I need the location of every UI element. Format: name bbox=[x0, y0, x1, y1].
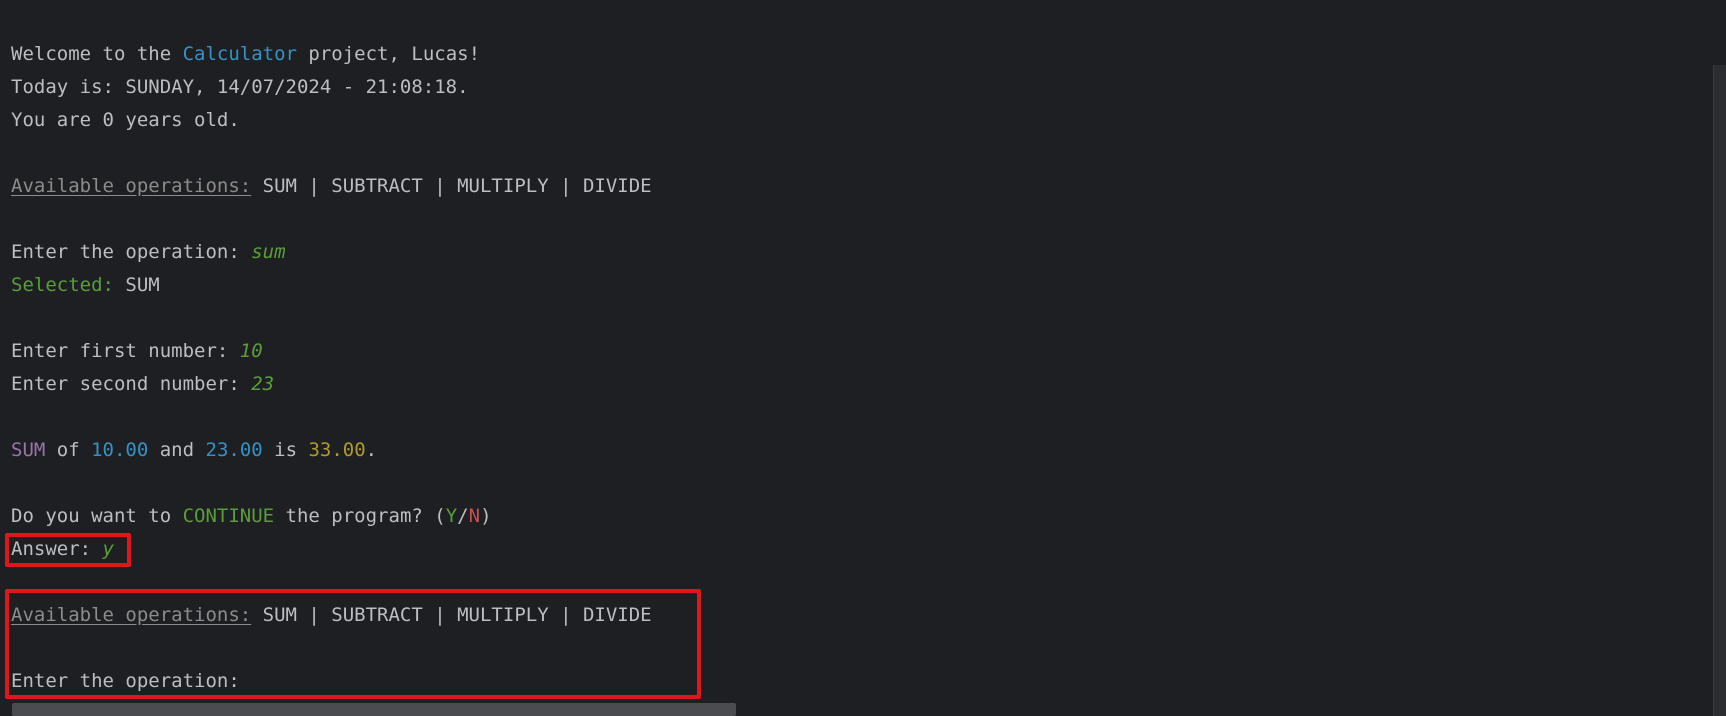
continue-prompt-line: Do you want to CONTINUE the program? (Y/… bbox=[11, 500, 492, 533]
first-number-line: Enter first number: 10 bbox=[11, 335, 263, 368]
operation-input-1: sum bbox=[251, 241, 286, 263]
project-name: Calculator bbox=[182, 43, 297, 65]
result-end: . bbox=[365, 439, 378, 461]
available-operations-line-1: Available operations: SUM | SUBTRACT | M… bbox=[11, 170, 652, 203]
continue-middle: the program? ( bbox=[274, 505, 446, 527]
available-operations-list-1: SUM | SUBTRACT | MULTIPLY | DIVIDE bbox=[251, 175, 652, 197]
second-number-prompt: Enter second number: bbox=[11, 373, 252, 395]
continue-close: ) bbox=[480, 505, 492, 527]
selected-value: SUM bbox=[113, 274, 160, 296]
result-operation: SUM bbox=[11, 439, 46, 461]
result-is: is bbox=[262, 439, 309, 461]
answer-highlight-box bbox=[5, 533, 131, 567]
result-line: SUM of 10.00 and 23.00 is 33.00. bbox=[11, 434, 377, 467]
result-value: 33.00 bbox=[308, 439, 366, 461]
result-of: of bbox=[45, 439, 92, 461]
available-operations-label-1: Available operations: bbox=[11, 175, 252, 197]
welcome-suffix: project, Lucas! bbox=[296, 43, 481, 65]
operation-prompt-line-1: Enter the operation: sum bbox=[11, 236, 286, 269]
welcome-prefix: Welcome to the bbox=[11, 43, 183, 65]
selected-label: Selected: bbox=[11, 274, 114, 296]
result-operand-b: 23.00 bbox=[205, 439, 263, 461]
first-number-input: 10 bbox=[239, 340, 263, 362]
continue-slash: / bbox=[457, 505, 469, 527]
first-number-prompt: Enter first number: bbox=[11, 340, 240, 362]
horizontal-scrollbar[interactable] bbox=[12, 703, 736, 716]
welcome-line: Welcome to the Calculator project, Lucas… bbox=[11, 38, 480, 71]
result-operand-a: 10.00 bbox=[91, 439, 149, 461]
operation-prompt-1: Enter the operation: bbox=[11, 241, 252, 263]
continue-no: N bbox=[468, 505, 481, 527]
second-number-line: Enter second number: 23 bbox=[11, 368, 274, 401]
operations-highlight-box bbox=[5, 589, 701, 699]
today-line: Today is: SUNDAY, 14/07/2024 - 21:08:18. bbox=[11, 76, 469, 98]
second-number-input: 23 bbox=[251, 373, 275, 395]
continue-yes: Y bbox=[445, 505, 458, 527]
continue-prefix: Do you want to bbox=[11, 505, 183, 527]
console-output[interactable]: Welcome to the Calculator project, Lucas… bbox=[0, 0, 1726, 716]
continue-word: CONTINUE bbox=[182, 505, 275, 527]
selected-line: Selected: SUM bbox=[11, 269, 160, 302]
result-and: and bbox=[148, 439, 206, 461]
vertical-scrollbar[interactable] bbox=[1713, 65, 1726, 716]
age-line: You are 0 years old. bbox=[11, 109, 240, 131]
